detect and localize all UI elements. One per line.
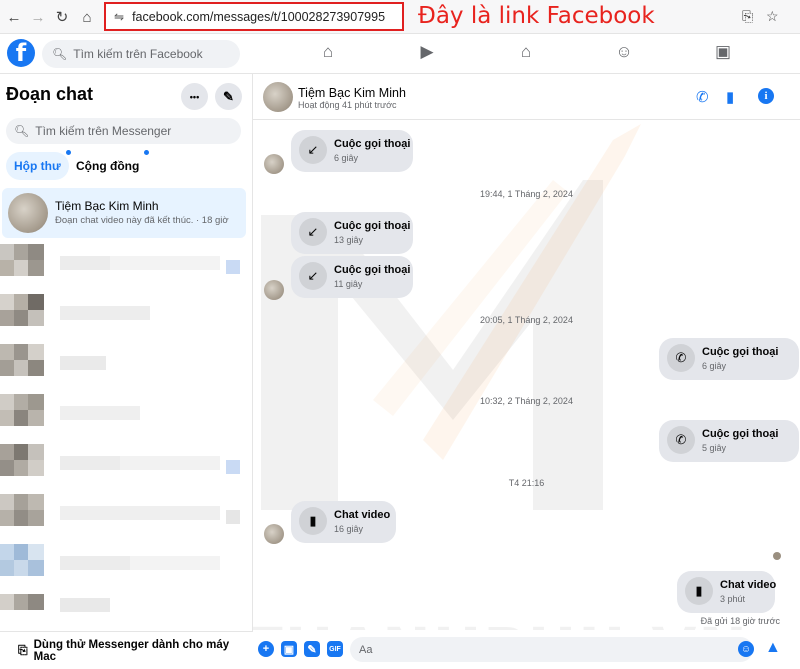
sent-status: Đã gửi 18 giờ trước (700, 616, 780, 626)
annotation-label: Đây là link Facebook (418, 3, 655, 29)
contact-status: Hoạt động 41 phút trước (298, 100, 397, 110)
conversation-name: Tiệm Bạc Kim Minh (55, 199, 159, 213)
sticker-icon[interactable]: ✎ (304, 641, 320, 657)
chat-header: Tiệm Bạc Kim Minh Hoạt động 41 phút trướ… (253, 74, 800, 120)
facebook-logo[interactable]: f (7, 39, 35, 67)
missed-call-icon: ↙ (299, 262, 327, 290)
missed-call-icon: ↙ (299, 136, 327, 164)
info-icon[interactable]: i (758, 88, 774, 104)
outgoing-call-icon: ✆ (667, 426, 695, 454)
tab-inbox[interactable]: Hộp thư (6, 150, 71, 180)
search-icon: 🔍︎ (14, 124, 30, 138)
url-text: facebook.com/messages/t/100028273907995 (132, 9, 386, 24)
forward-icon[interactable]: → (28, 7, 48, 27)
home-icon[interactable]: ⌂ (77, 7, 97, 27)
timestamp: T4 21:16 (508, 478, 545, 488)
message-placeholder: Aa (359, 643, 373, 656)
download-icon: ⎘ (18, 643, 28, 657)
home-nav-icon[interactable]: ⌂ (316, 42, 340, 62)
marketplace-icon[interactable]: ⌂ (514, 42, 538, 62)
call-message[interactable]: ↙ Cuộc gọi thoại 6 giây (291, 130, 413, 172)
install-app-icon[interactable]: ⎘ (742, 8, 753, 25)
unread-dot (144, 150, 150, 155)
avatar[interactable] (264, 154, 284, 174)
gif-icon[interactable]: GIF (327, 641, 343, 657)
timestamp: 10:32, 2 Tháng 2, 2024 (480, 396, 573, 406)
conversation-item-active[interactable]: Tiệm Bạc Kim Minh Đoạn chat video này đã… (2, 188, 246, 238)
call-message[interactable]: ✆ Cuộc gọi thoại 5 giây (659, 420, 799, 462)
avatar[interactable] (264, 524, 284, 544)
list-item[interactable] (0, 590, 246, 630)
tab-communities[interactable]: Cộng đồng (68, 150, 150, 180)
try-messenger-mac-button[interactable]: ⎘ Dùng thử Messenger dành cho máy Mac (0, 631, 253, 669)
video-icon: ▮ (299, 507, 327, 535)
list-item[interactable] (0, 390, 246, 438)
conversation-preview: Đoạn chat video này đã kết thúc. · 18 gi… (55, 215, 229, 226)
outgoing-call-icon: ✆ (667, 344, 695, 372)
facebook-header: f 🔍︎ Tìm kiếm trên Facebook ⌂ ▶ ⌂ ☺ ▣ (0, 34, 800, 74)
list-item[interactable] (0, 240, 246, 288)
like-icon[interactable]: ▲ (765, 639, 781, 657)
site-settings-icon[interactable]: ⇋ (114, 10, 124, 24)
message-input[interactable]: Aa (350, 637, 753, 662)
messenger-search-input[interactable]: 🔍︎ Tìm kiếm trên Messenger (6, 118, 241, 144)
video-chat-message[interactable]: ▮ Chat video 16 giây (291, 501, 396, 543)
list-item[interactable] (0, 490, 246, 538)
image-icon[interactable]: ▣ (281, 641, 297, 657)
call-message[interactable]: ↙ Cuộc gọi thoại 13 giây (291, 212, 413, 254)
compose-bar: + ▣ ✎ GIF Aa ☺ ▲ (253, 630, 800, 669)
call-message[interactable]: ✆ Cuộc gọi thoại 6 giây (659, 338, 799, 380)
browser-toolbar: ← → ↻ ⌂ ⇋ facebook.com/messages/t/100028… (0, 0, 800, 34)
sidebar-title: Đoạn chat (6, 84, 94, 104)
gaming-icon[interactable]: ▣ (711, 42, 735, 62)
more-options-button[interactable]: ••• (181, 83, 208, 110)
missed-call-icon: ↙ (299, 218, 327, 246)
chat-sidebar: Đoạn chat ••• ✎ 🔍︎ Tìm kiếm trên Messeng… (0, 74, 253, 669)
chat-panel: MAITHANHPHU.VN Tiệm Bạc Kim Minh Hoạt độ… (253, 74, 800, 669)
try-messenger-label: Dùng thử Messenger dành cho máy Mac (33, 638, 230, 663)
facebook-search-input[interactable]: 🔍︎ Tìm kiếm trên Facebook (42, 40, 240, 68)
list-item[interactable] (0, 290, 246, 338)
video-call-icon[interactable]: ▮ (726, 88, 734, 106)
list-item[interactable] (0, 440, 246, 488)
back-icon[interactable]: ← (4, 7, 24, 27)
reload-icon[interactable]: ↻ (52, 7, 72, 27)
avatar[interactable] (263, 82, 293, 112)
plus-icon[interactable]: + (258, 641, 274, 657)
new-message-button[interactable]: ✎ (215, 83, 242, 110)
phone-call-icon[interactable]: ✆ (696, 88, 709, 106)
avatar[interactable] (264, 280, 284, 300)
emoji-icon[interactable]: ☺ (738, 641, 754, 657)
avatar (8, 193, 48, 233)
groups-icon[interactable]: ☺ (612, 42, 636, 62)
blurred-conversation-list (0, 240, 246, 630)
video-outgoing-icon: ▮ (685, 577, 713, 605)
list-item[interactable] (0, 340, 246, 388)
seen-avatar (773, 552, 781, 560)
watch-icon[interactable]: ▶ (415, 42, 439, 62)
facebook-search-placeholder: Tìm kiếm trên Facebook (73, 47, 203, 61)
contact-name[interactable]: Tiệm Bạc Kim Minh (298, 86, 406, 100)
video-chat-message[interactable]: ▮ Chat video 3 phút (677, 571, 776, 613)
list-item[interactable] (0, 540, 246, 588)
search-icon: 🔍︎ (52, 47, 68, 61)
timestamp: 20:05, 1 Tháng 2, 2024 (480, 315, 573, 325)
timestamp: 19:44, 1 Tháng 2, 2024 (480, 189, 573, 199)
address-bar[interactable]: ⇋ facebook.com/messages/t/10002827390799… (104, 2, 404, 31)
compose-icon: ✎ (223, 88, 234, 104)
unread-dot (65, 150, 71, 155)
star-icon[interactable]: ☆ (766, 8, 779, 25)
messenger-search-placeholder: Tìm kiếm trên Messenger (35, 124, 172, 138)
call-message[interactable]: ↙ Cuộc gọi thoại 11 giây (291, 256, 413, 298)
